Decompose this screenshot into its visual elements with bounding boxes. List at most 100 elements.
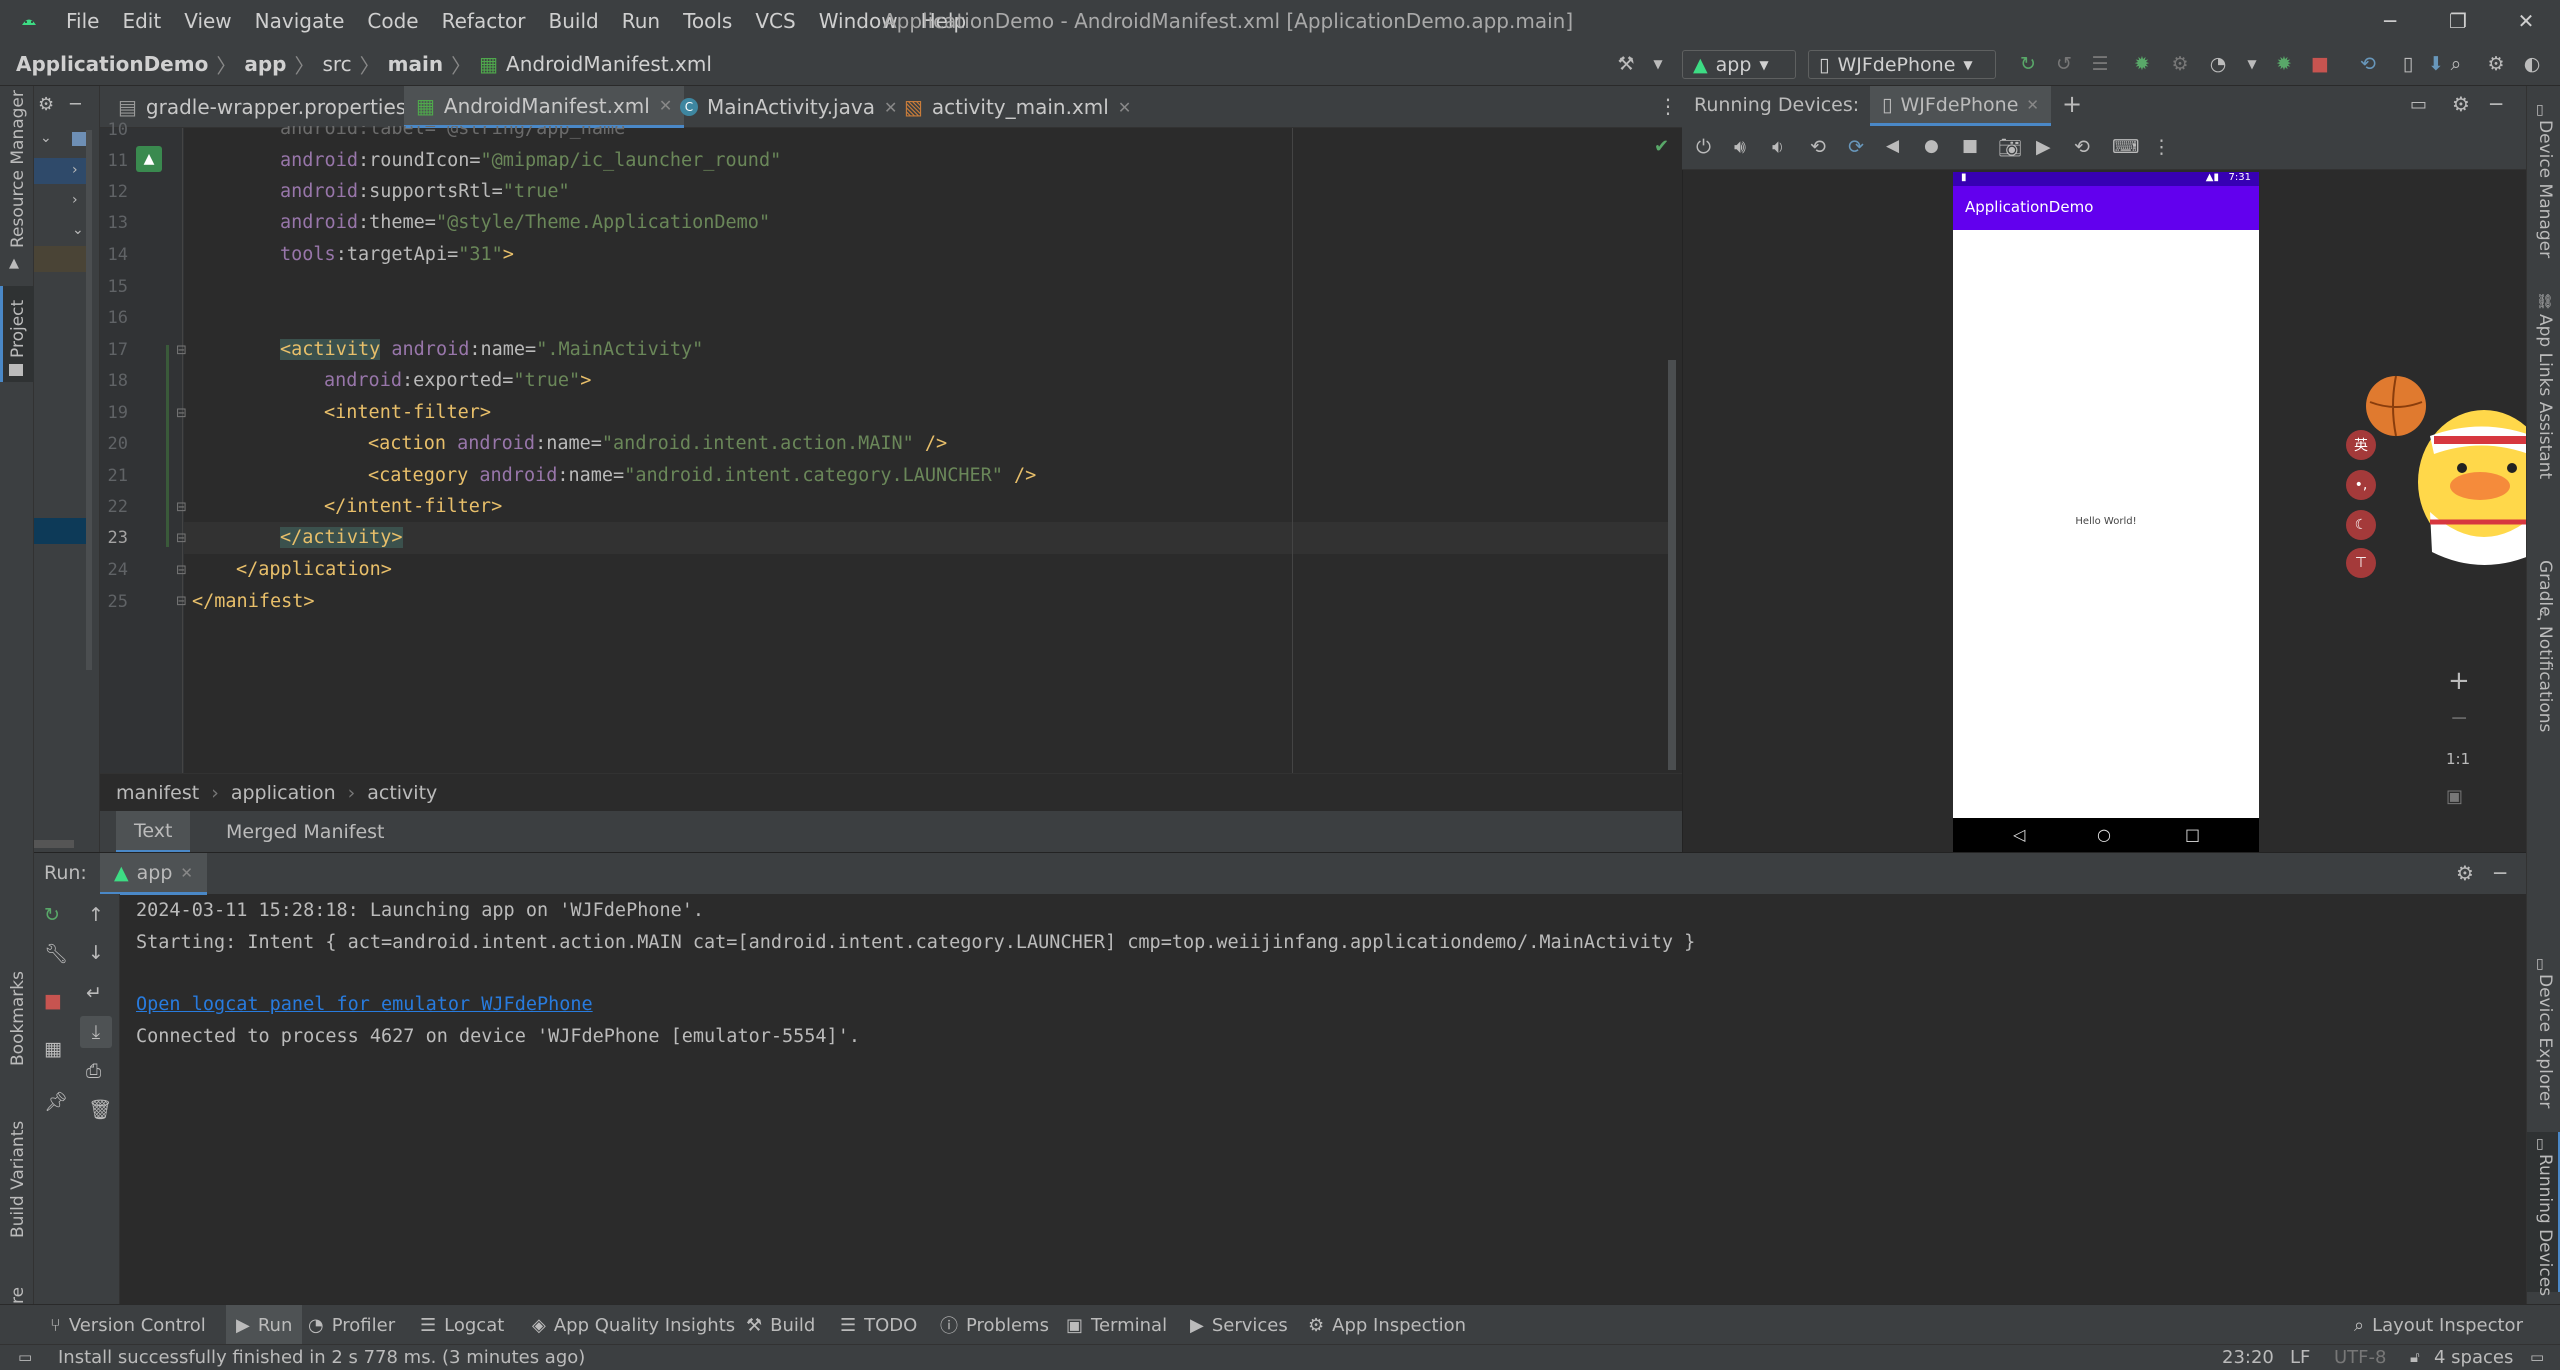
chevron-right-icon[interactable]: › <box>72 192 78 208</box>
layout-icon[interactable]: ▦ <box>44 1038 62 1060</box>
print-icon[interactable]: ⎙ <box>86 1060 101 1082</box>
event-log-icon[interactable]: ▭ <box>2530 1348 2544 1366</box>
arrow-down-icon[interactable]: ↓ <box>88 942 104 964</box>
nav-back-icon[interactable]: ◁ <box>2013 825 2025 844</box>
resource-manager-tab[interactable]: Resource Manager <box>8 90 28 248</box>
device-explorer-tab[interactable]: Device Explorer <box>2535 974 2555 1114</box>
editor-scrollbar[interactable] <box>1668 360 1676 770</box>
sync-gradle-icon[interactable]: ⟲ <box>2356 52 2380 76</box>
todo-tab[interactable]: ☰ TODO <box>840 1305 917 1345</box>
close-icon[interactable]: ✕ <box>1118 98 1131 117</box>
maximize-button[interactable]: ❐ <box>2424 0 2492 42</box>
close-icon[interactable]: ✕ <box>180 864 193 882</box>
device-manager-tab[interactable]: Device Manager <box>2535 120 2555 270</box>
profiler-tab[interactable]: ◔ Profiler <box>308 1305 395 1345</box>
scrollbar[interactable] <box>86 130 92 670</box>
fold-icon[interactable]: ⊟ <box>176 563 187 578</box>
tab-device[interactable]: ▯ WJFdePhone ✕ <box>1870 86 2051 126</box>
project-tab[interactable]: Project <box>8 298 28 358</box>
settings-icon[interactable]: ⚙ <box>2452 92 2470 116</box>
rerun-icon[interactable]: ↻ <box>44 904 60 926</box>
home-icon[interactable]: ● <box>1924 136 1939 156</box>
indent-setting[interactable]: 4 spaces <box>2434 1347 2513 1368</box>
menu-view[interactable]: View <box>184 9 231 33</box>
logcat-tab[interactable]: ☰ Logcat <box>420 1305 504 1345</box>
tool-windows-icon[interactable]: ▭ <box>18 1348 32 1366</box>
caret-position[interactable]: 23:20 <box>2222 1347 2274 1368</box>
zoom-actual-button[interactable]: 1:1 <box>2446 750 2470 768</box>
app-inspection-tab[interactable]: ⚙ App Inspection <box>1308 1305 1466 1345</box>
keyboard-icon[interactable]: ⌨ <box>2112 136 2139 158</box>
crumb-manifest[interactable]: manifest <box>116 782 199 804</box>
crumb-src[interactable]: src <box>322 52 351 76</box>
more-tabs-icon[interactable]: ⋮ <box>1658 94 1678 118</box>
device-screen[interactable] <box>1953 172 2259 852</box>
power-icon[interactable]: ⏻ <box>1696 136 1711 158</box>
chevron-right-icon[interactable]: › <box>72 162 78 178</box>
bookmarks-tab[interactable]: Bookmarks <box>8 966 28 1066</box>
run-tool-tab[interactable]: ▶ Run <box>226 1305 303 1345</box>
tab-text[interactable]: Text <box>116 811 191 853</box>
status-message[interactable]: Install successfully finished in 2 s 778… <box>58 1347 585 1368</box>
rerun-icon[interactable]: ↻ <box>2016 52 2040 76</box>
menu-vcs[interactable]: VCS <box>755 9 795 33</box>
hide-panel-icon[interactable]: ─ <box>70 94 81 115</box>
chevron-down-icon[interactable]: ⌄ <box>72 222 84 238</box>
notifications-tab[interactable]: Notifications <box>2535 626 2555 746</box>
close-icon[interactable]: ✕ <box>2026 96 2039 114</box>
crumb-application[interactable]: application <box>231 782 336 804</box>
apply-changes-icon[interactable]: ↺ <box>2052 52 2076 76</box>
lock-icon[interactable]: 🔓︎ <box>2410 1348 2420 1366</box>
line-separator[interactable]: LF <box>2290 1347 2310 1368</box>
settings-icon[interactable]: ⚙ <box>38 94 54 115</box>
screen-record-icon[interactable]: ▶ <box>2036 136 2051 158</box>
volume-up-icon[interactable]: 🔊︎ <box>1734 136 1746 158</box>
menu-tools[interactable]: Tools <box>683 9 732 33</box>
profiler-icon[interactable]: ◔ <box>2206 52 2230 76</box>
running-devices-tab[interactable]: Running Devices <box>2535 1154 2555 1296</box>
menu-file[interactable]: File <box>66 9 99 33</box>
rotate-left-icon[interactable]: ⟲ <box>1810 136 1826 158</box>
settings-icon[interactable]: ⚙ <box>2456 861 2474 885</box>
layout-inspector-tab[interactable]: ⌕ Layout Inspector <box>2354 1305 2523 1345</box>
arrow-up-icon[interactable]: ↑ <box>88 904 104 926</box>
scroll-to-end-icon[interactable]: ⤓ <box>80 1016 112 1048</box>
chevron-down-icon[interactable]: ▼ <box>2240 52 2264 76</box>
trash-icon[interactable]: 🗑︎ <box>88 1098 112 1121</box>
fold-icon[interactable]: ⊟ <box>176 594 187 609</box>
pin-icon[interactable]: 📌︎ <box>44 1090 68 1113</box>
device-manager-icon[interactable]: ▯ <box>2396 52 2420 76</box>
update-icon[interactable]: ◐ <box>2520 52 2544 76</box>
crumb-module[interactable]: app <box>244 52 286 76</box>
menu-run[interactable]: Run <box>622 9 660 33</box>
crumb-activity[interactable]: activity <box>367 782 437 804</box>
search-icon[interactable]: ⌕ <box>2444 52 2468 76</box>
menu-build[interactable]: Build <box>549 9 599 33</box>
soft-wrap-icon[interactable]: ↵ <box>86 982 102 1004</box>
nav-recents-icon[interactable]: □ <box>2185 825 2200 844</box>
file-encoding[interactable]: UTF-8 <box>2334 1347 2386 1368</box>
screenshot-icon[interactable]: 📷︎ <box>1998 136 2022 159</box>
more-options-icon[interactable]: ⋮ <box>2152 136 2171 158</box>
version-control-tab[interactable]: ⑂ Version Control <box>50 1305 206 1345</box>
build-tab[interactable]: ⚒ Build <box>746 1305 815 1345</box>
fold-icon[interactable]: ⊟ <box>176 343 187 358</box>
add-device-icon[interactable]: + <box>2062 90 2082 118</box>
problems-tab[interactable]: ⓘ Problems <box>940 1305 1049 1345</box>
attach-process-icon[interactable]: ✹ <box>2272 52 2296 76</box>
wrench-icon[interactable]: 🔧︎ <box>44 942 68 965</box>
attach-debugger-icon[interactable]: ⚙ <box>2168 52 2192 76</box>
stop-icon[interactable]: ■ <box>2308 52 2332 76</box>
tab-main-activity[interactable]: C MainActivity.java ✕ <box>668 86 909 128</box>
zoom-fit-icon[interactable]: ▣ <box>2446 786 2463 807</box>
minimize-button[interactable]: ─ <box>2356 0 2424 42</box>
run-config-select[interactable]: ▲ app ▼ <box>1682 50 1796 79</box>
services-tab[interactable]: ▶ Services <box>1190 1305 1288 1345</box>
zoom-out-button[interactable]: − <box>2450 706 2468 731</box>
build-variants-tab[interactable]: Build Variants <box>8 1108 28 1238</box>
fold-icon[interactable]: ⊟ <box>176 406 187 421</box>
rotate-right-icon[interactable]: ⟳ <box>1848 136 1864 158</box>
app-links-tab[interactable]: App Links Assistant <box>2535 314 2555 484</box>
settings-icon[interactable]: ⚙ <box>2484 52 2508 76</box>
window-layout-icon[interactable]: ▭ <box>2410 94 2427 115</box>
